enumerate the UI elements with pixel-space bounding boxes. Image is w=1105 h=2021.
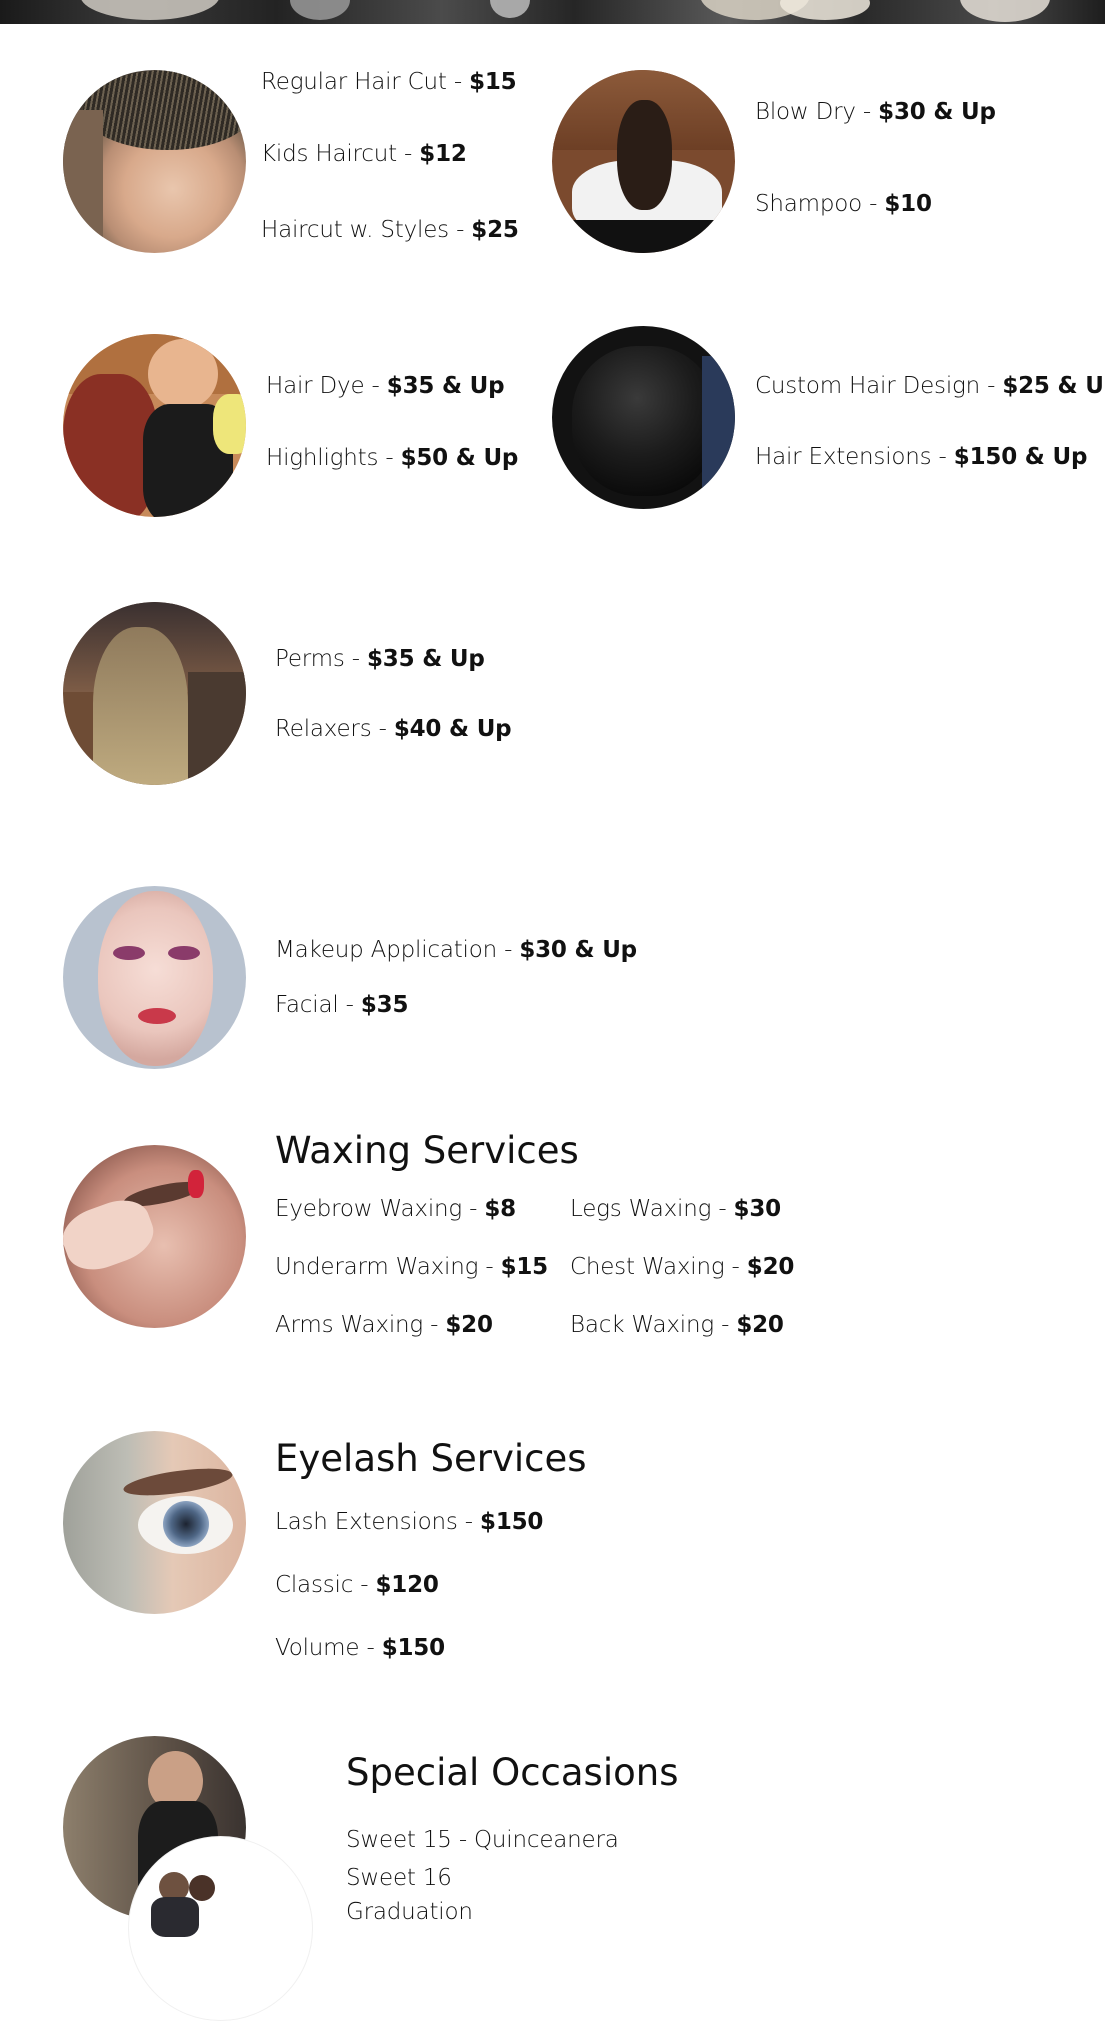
service-name: Shampoo - xyxy=(755,191,878,217)
service-name: Chest Waxing - xyxy=(570,1254,740,1280)
occasion-item: Sweet 16 xyxy=(346,1865,452,1891)
service-item: Underarm Waxing - $15 xyxy=(275,1253,548,1281)
service-item: Hair Extensions - $150 & Up xyxy=(755,443,1087,471)
service-item: Relaxers - $40 & Up xyxy=(275,715,512,743)
service-name: Custom Hair Design - xyxy=(755,373,996,399)
service-price: $8 xyxy=(484,1196,516,1222)
service-item: Classic - $120 xyxy=(275,1571,439,1599)
service-item: Shampoo - $10 xyxy=(755,190,932,218)
service-price: $25 & Up xyxy=(1002,373,1105,399)
service-name: Relaxers - xyxy=(275,716,387,742)
service-price: $10 xyxy=(884,191,932,217)
occasion-item: Sweet 15 - Quinceanera xyxy=(346,1827,619,1853)
couple-photo xyxy=(128,1836,313,2021)
service-price: $120 xyxy=(375,1572,439,1598)
service-name: Classic - xyxy=(275,1572,369,1598)
service-price: $15 xyxy=(500,1254,549,1280)
service-name: Back Waxing - xyxy=(570,1312,730,1338)
eyelash-photo xyxy=(63,1431,246,1614)
service-item: Hair Dye - $35 & Up xyxy=(266,372,505,400)
service-name: Underarm Waxing - xyxy=(275,1254,494,1280)
service-name: Volume - xyxy=(275,1635,375,1661)
service-price: $30 & Up xyxy=(878,99,996,125)
service-price: $150 xyxy=(381,1635,445,1661)
service-item: Regular Hair Cut - $15 xyxy=(261,68,517,96)
service-name: Lash Extensions - xyxy=(275,1509,473,1535)
waxing-photo xyxy=(63,1145,246,1328)
straight-hair-photo xyxy=(63,602,246,785)
makeup-photo xyxy=(63,886,246,1069)
service-name: Eyebrow Waxing - xyxy=(275,1196,478,1222)
service-item: Highlights - $50 & Up xyxy=(266,444,518,472)
service-name: Arms Waxing - xyxy=(275,1312,439,1338)
service-price: $150 & Up xyxy=(953,444,1088,470)
service-price: $50 & Up xyxy=(400,445,519,471)
service-price: $30 xyxy=(733,1196,782,1222)
service-item: Legs Waxing - $30 xyxy=(570,1195,781,1223)
hair-dye-photo xyxy=(63,334,246,517)
top-banner-image xyxy=(0,0,1105,24)
service-name: Highlights - xyxy=(266,445,394,471)
eyelash-heading: Eyelash Services xyxy=(275,1437,587,1480)
service-price: $35 & Up xyxy=(366,646,485,672)
service-item: Blow Dry - $30 & Up xyxy=(755,98,996,126)
service-price: $20 xyxy=(746,1254,795,1280)
service-item: Volume - $150 xyxy=(275,1634,445,1662)
service-price: $30 & Up xyxy=(519,937,637,963)
service-price: $35 xyxy=(360,992,409,1018)
service-name: Facial - xyxy=(275,992,354,1018)
service-price: $25 xyxy=(471,217,519,243)
special-occasions-heading: Special Occasions xyxy=(346,1751,679,1794)
blow-dry-photo xyxy=(552,70,735,253)
service-item: Facial - $35 xyxy=(275,991,408,1019)
service-item: Arms Waxing - $20 xyxy=(275,1311,493,1339)
service-item: Back Waxing - $20 xyxy=(570,1311,784,1339)
service-item: Chest Waxing - $20 xyxy=(570,1253,794,1281)
service-name: Haircut w. Styles - xyxy=(261,217,465,243)
service-price: $12 xyxy=(419,141,467,167)
service-name: Legs Waxing - xyxy=(570,1196,727,1222)
service-name: Makeup Application - xyxy=(275,937,513,963)
service-name: Kids Haircut - xyxy=(261,141,413,167)
haircut-photo xyxy=(63,70,246,253)
service-price: $20 xyxy=(736,1312,784,1338)
braided-hair-photo xyxy=(552,326,735,509)
service-name: Regular Hair Cut - xyxy=(261,69,462,95)
waxing-heading: Waxing Services xyxy=(275,1129,579,1172)
service-item: Perms - $35 & Up xyxy=(275,645,485,673)
service-name: Hair Extensions - xyxy=(755,444,947,470)
service-price: $150 xyxy=(480,1509,544,1535)
service-price: $15 xyxy=(469,69,517,95)
service-price: $35 & Up xyxy=(386,373,505,399)
service-item: Lash Extensions - $150 xyxy=(275,1508,543,1536)
service-item: Haircut w. Styles - $25 xyxy=(261,216,519,244)
service-name: Hair Dye - xyxy=(266,373,380,399)
occasion-item: Graduation xyxy=(346,1899,473,1925)
service-name: Blow Dry - xyxy=(755,99,872,125)
service-item: Makeup Application - $30 & Up xyxy=(275,936,637,964)
service-price: $20 xyxy=(445,1312,493,1338)
service-item: Kids Haircut - $12 xyxy=(261,140,467,168)
service-item: Custom Hair Design - $25 & Up xyxy=(755,372,1105,400)
service-name: Perms - xyxy=(275,646,360,672)
service-item: Eyebrow Waxing - $8 xyxy=(275,1195,516,1223)
service-price: $40 & Up xyxy=(393,716,512,742)
